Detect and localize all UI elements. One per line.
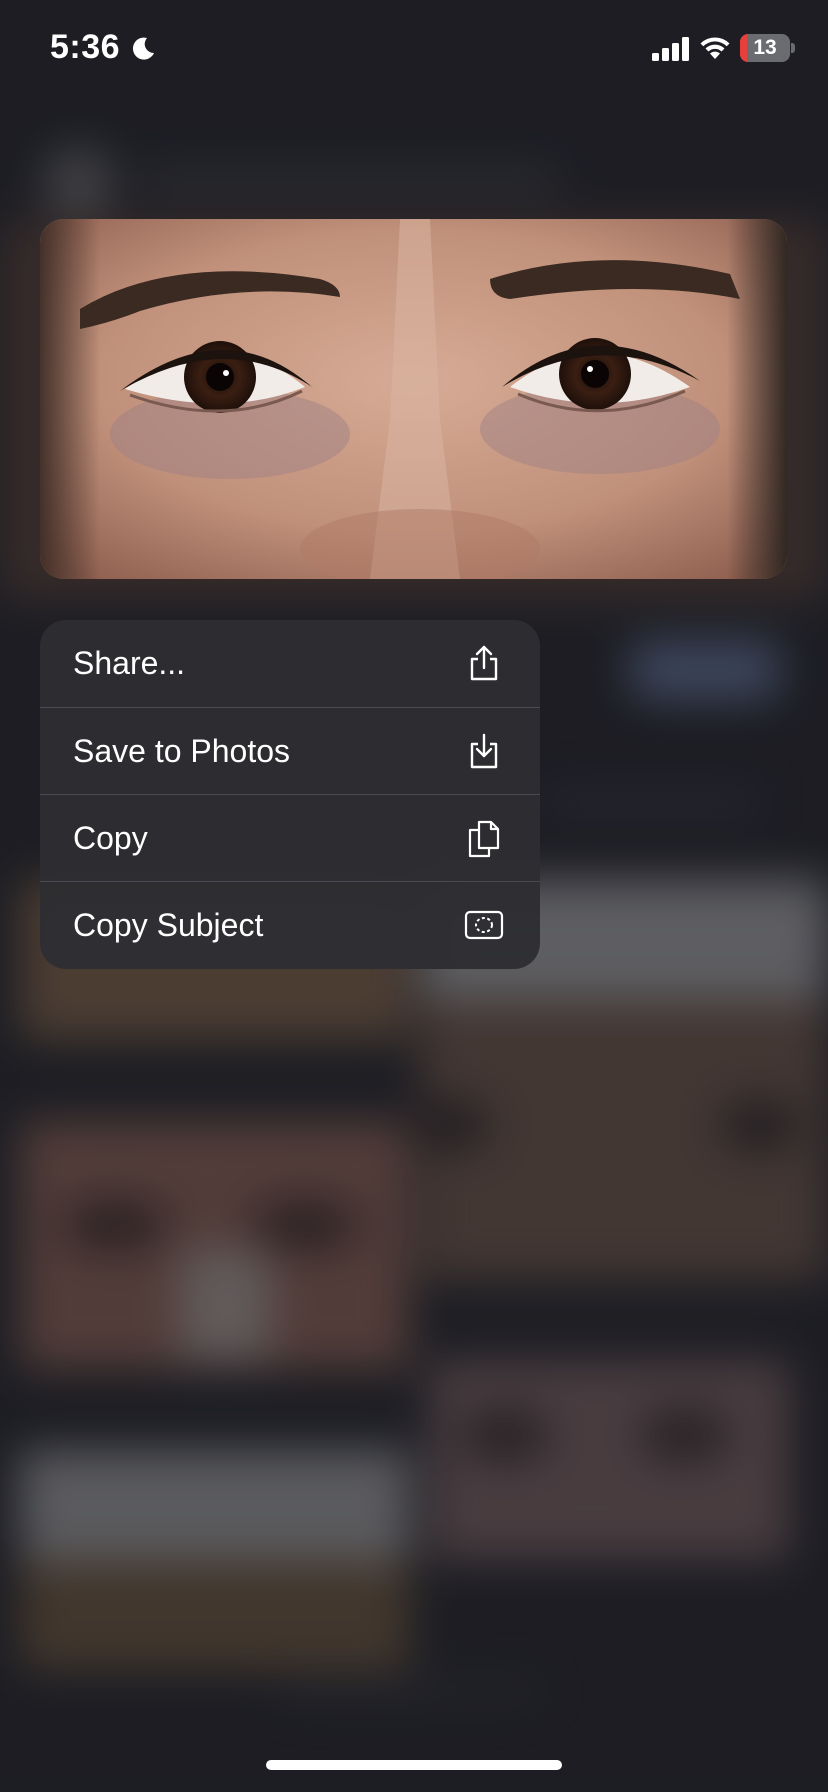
- home-indicator[interactable]: [266, 1760, 562, 1770]
- menu-item-copy-label: Copy: [73, 820, 148, 856]
- battery-indicator: 13: [740, 34, 790, 62]
- eyes-photo-image: [40, 219, 787, 579]
- menu-item-share-label: Share...: [73, 645, 186, 681]
- menu-item-copy[interactable]: Copy: [40, 794, 540, 882]
- moon-icon: [132, 37, 154, 60]
- status-bar: 5:36 13: [0, 0, 828, 100]
- menu-item-save-to-photos-label: Save to Photos: [73, 733, 291, 769]
- save-to-photos-icon: [470, 733, 498, 769]
- wifi-icon: [700, 37, 730, 59]
- battery-level: 13: [753, 36, 777, 59]
- menu-item-share[interactable]: Share...: [40, 620, 540, 707]
- context-menu: Share... Save to Photos Copy Copy Subjec…: [40, 620, 540, 969]
- copy-subject-icon: [464, 910, 504, 940]
- cellular-signal-icon: [652, 37, 689, 61]
- menu-item-copy-subject-label: Copy Subject: [73, 907, 264, 943]
- battery-cap: [791, 43, 795, 53]
- copy-icon: [468, 820, 500, 858]
- share-icon: [470, 645, 498, 681]
- status-time: 5:36: [50, 28, 121, 66]
- menu-item-copy-subject[interactable]: Copy Subject: [40, 881, 540, 969]
- photo-preview[interactable]: [40, 219, 787, 579]
- menu-item-save-to-photos[interactable]: Save to Photos: [40, 707, 540, 795]
- screen: 5:36 13 Share... Save to Photos Copy Cop…: [0, 0, 828, 1792]
